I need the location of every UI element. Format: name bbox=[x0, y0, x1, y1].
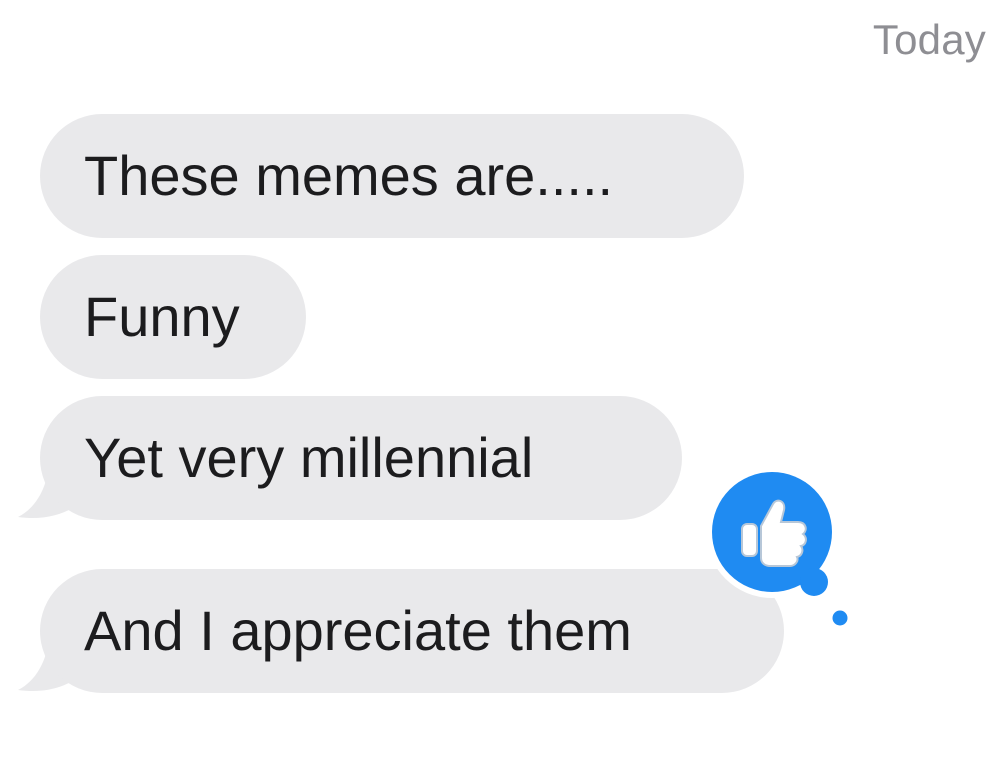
message-text: Yet very millennial bbox=[84, 426, 534, 489]
thumbs-up-icon bbox=[706, 466, 848, 626]
message-text: Funny bbox=[84, 285, 240, 348]
message-bubble[interactable]: Funny bbox=[40, 255, 306, 379]
message-text: And I appreciate them bbox=[84, 599, 632, 662]
tapback-reaction[interactable] bbox=[706, 466, 856, 626]
message-bubble[interactable]: These memes are..... bbox=[40, 114, 744, 238]
message-text: These memes are..... bbox=[84, 144, 614, 207]
message-bubble[interactable]: And I appreciate them bbox=[40, 569, 784, 693]
timestamp-label: Today bbox=[872, 16, 986, 63]
message-thread: Today These memes are..... Funny Yet ver… bbox=[0, 0, 1000, 772]
message-bubble[interactable]: Yet very millennial bbox=[40, 396, 682, 520]
